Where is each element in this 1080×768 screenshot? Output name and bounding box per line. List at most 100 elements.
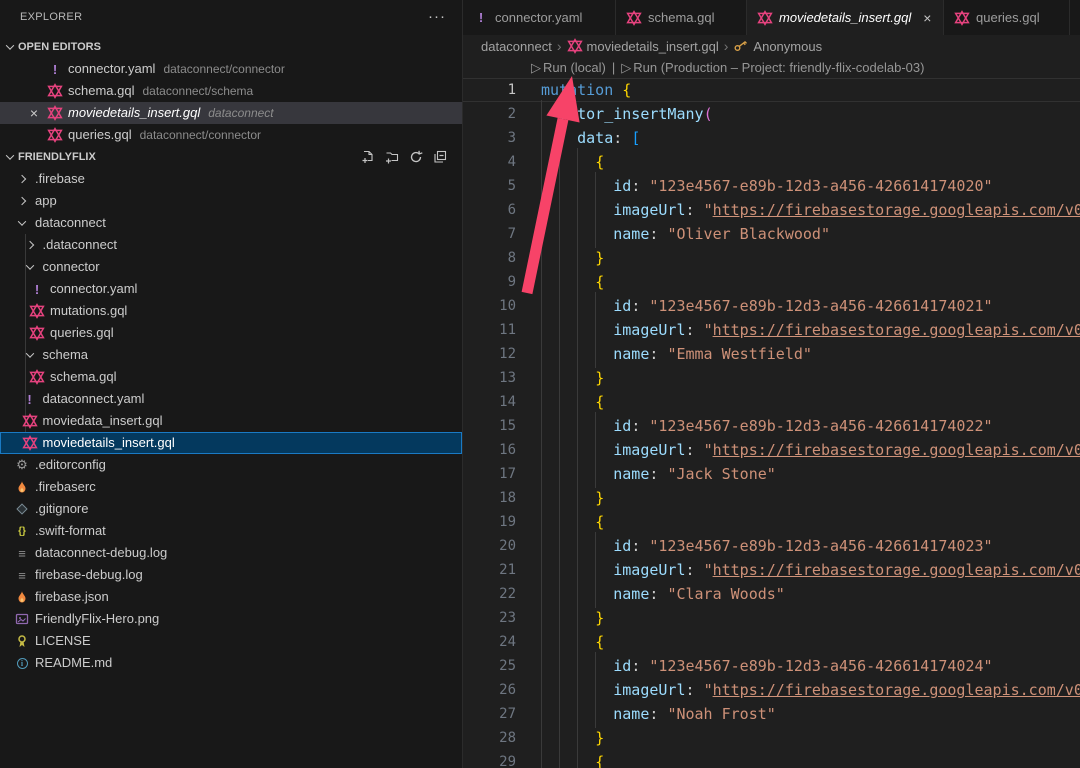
tree-file-item[interactable]: ≡ firebase-debug.log xyxy=(0,564,462,586)
tree-file-item[interactable]: ≡dataconnect-debug.log xyxy=(0,542,462,564)
run-local-link[interactable]: ▷Run (local) xyxy=(531,60,606,76)
tab-label: moviedetails_insert.gql xyxy=(779,10,911,25)
open-editor-item[interactable]: !connector.yamldataconnect/connector xyxy=(0,58,462,80)
tree-item-label: firebase.json xyxy=(35,586,109,608)
line-number: 24 xyxy=(463,634,516,650)
code-line[interactable]: 5 id: "123e4567-e89b-12d3-a456-426614174… xyxy=(463,174,1080,198)
code-line[interactable]: 29 { xyxy=(463,750,1080,768)
open-editor-item[interactable]: schema.gqldataconnect/schema xyxy=(0,80,462,102)
code-line[interactable]: 8 } xyxy=(463,246,1080,270)
tree-file-item[interactable]: !connector.yaml xyxy=(0,278,462,300)
code-line[interactable]: 10 id: "123e4567-e89b-12d3-a456-42661417… xyxy=(463,294,1080,318)
tree-file-item[interactable]: FriendlyFlix-Hero.png xyxy=(0,608,462,630)
breadcrumb-label: Anonymous xyxy=(753,39,822,54)
tree-file-item[interactable]: queries.gql xyxy=(0,322,462,344)
code-line[interactable]: 22 name: "Clara Woods" xyxy=(463,582,1080,606)
code-line[interactable]: 1mutation { xyxy=(463,78,1080,102)
line-number: 8 xyxy=(463,250,516,266)
tree-item-label: .editorconfig xyxy=(35,454,106,476)
tree-file-item[interactable]: ⚙.editorconfig xyxy=(0,454,462,476)
code-line[interactable]: 26 imageUrl: "https://firebasestorage.go… xyxy=(463,678,1080,702)
warning-icon: ! xyxy=(22,391,38,407)
code-line[interactable]: 21 imageUrl: "https://firebasestorage.go… xyxy=(463,558,1080,582)
editor-tab[interactable]: moviedetails_insert.gql × xyxy=(747,0,944,35)
code-line[interactable]: 20 id: "123e4567-e89b-12d3-a456-42661417… xyxy=(463,534,1080,558)
close-icon[interactable]: × xyxy=(923,10,931,26)
code-line[interactable]: 15 id: "123e4567-e89b-12d3-a456-42661417… xyxy=(463,414,1080,438)
collapse-all-icon xyxy=(432,149,448,165)
breadcrumb-item[interactable]: moviedetails_insert.gql xyxy=(567,38,719,54)
warning-icon: ! xyxy=(29,281,45,297)
tree-file-item[interactable]: {}.swift-format xyxy=(0,520,462,542)
tree-folder-item[interactable]: app xyxy=(0,190,462,212)
code-line[interactable]: 27 name: "Noah Frost" xyxy=(463,702,1080,726)
tree-file-item[interactable]: .gitignore xyxy=(0,498,462,520)
code-line[interactable]: 7 name: "Oliver Blackwood" xyxy=(463,222,1080,246)
code-line[interactable]: 17 name: "Jack Stone" xyxy=(463,462,1080,486)
tree-file-item[interactable]: firebase.json xyxy=(0,586,462,608)
new-file-button[interactable] xyxy=(360,149,376,165)
code-line[interactable]: 12 name: "Emma Westfield" xyxy=(463,342,1080,366)
license-icon xyxy=(14,633,30,649)
tree-file-item[interactable]: .firebaserc xyxy=(0,476,462,498)
tree-folder-item[interactable]: .dataconnect xyxy=(0,234,462,256)
code-line[interactable]: 9 { xyxy=(463,270,1080,294)
tree-folder-item[interactable]: dataconnect xyxy=(0,212,462,234)
chevron-down-icon xyxy=(18,217,26,225)
new-folder-button[interactable] xyxy=(384,149,400,165)
editor-tab[interactable]: !connector.yaml xyxy=(463,0,616,35)
tree-file-item[interactable]: moviedetails_insert.gql xyxy=(0,432,462,454)
code-line[interactable]: 28 } xyxy=(463,726,1080,750)
tree-actions xyxy=(360,149,462,165)
code-line[interactable]: 2 actor_insertMany( xyxy=(463,102,1080,126)
tree-folder-item[interactable]: .firebase xyxy=(0,168,462,190)
tree-folder-item[interactable]: schema xyxy=(0,344,462,366)
code-line[interactable]: 6 imageUrl: "https://firebasestorage.goo… xyxy=(463,198,1080,222)
code-line[interactable]: 13 } xyxy=(463,366,1080,390)
code-line[interactable]: 11 imageUrl: "https://firebasestorage.go… xyxy=(463,318,1080,342)
more-actions-icon[interactable]: ··· xyxy=(428,12,446,22)
tree-file-item[interactable]: iREADME.md xyxy=(0,652,462,674)
tree-item-label: connector xyxy=(43,256,100,278)
tree-item-label: firebase-debug.log xyxy=(35,564,143,586)
editor-tab[interactable]: queries.gql xyxy=(944,0,1070,35)
play-icon: ▷ xyxy=(531,60,541,76)
log-file-icon: ≡ xyxy=(14,567,30,583)
close-icon[interactable]: × xyxy=(26,105,42,121)
tree-file-item[interactable]: LICENSE xyxy=(0,630,462,652)
code-line[interactable]: 16 imageUrl: "https://firebasestorage.go… xyxy=(463,438,1080,462)
tree-file-item[interactable]: moviedata_insert.gql xyxy=(0,410,462,432)
warning-icon: ! xyxy=(47,61,63,77)
editor-tab[interactable]: schema.gql xyxy=(616,0,747,35)
code-line[interactable]: 24 { xyxy=(463,630,1080,654)
breadcrumb: dataconnect›moviedetails_insert.gql›Anon… xyxy=(463,35,1080,57)
tree-item-label: LICENSE xyxy=(35,630,91,652)
code-line[interactable]: 23 } xyxy=(463,606,1080,630)
tree-folder-item[interactable]: connector xyxy=(0,256,462,278)
tree-file-item[interactable]: mutations.gql xyxy=(0,300,462,322)
refresh-button[interactable] xyxy=(408,149,424,165)
breadcrumb-item[interactable]: dataconnect xyxy=(481,39,552,54)
line-number: 15 xyxy=(463,418,516,434)
indent-guide xyxy=(577,748,578,768)
chevron-down-icon xyxy=(6,151,14,159)
breadcrumb-item[interactable]: Anonymous xyxy=(733,38,822,54)
open-editor-item[interactable]: ×moviedetails_insert.gqldataconnect xyxy=(0,102,462,124)
code-lines[interactable]: 1mutation {2 actor_insertMany(3 data: [4… xyxy=(463,78,1080,768)
code-line[interactable]: 3 data: [ xyxy=(463,126,1080,150)
code-line[interactable]: 18 } xyxy=(463,486,1080,510)
project-section-header[interactable]: FRIENDLYFLIX xyxy=(0,146,462,168)
open-editor-item[interactable]: queries.gqldataconnect/connector xyxy=(0,124,462,146)
firebase-flame-icon xyxy=(14,589,30,605)
code-line[interactable]: 19 { xyxy=(463,510,1080,534)
open-editors-section-header[interactable]: OPEN EDITORS xyxy=(0,36,462,58)
collapse-all-button[interactable] xyxy=(432,149,448,165)
run-production-link[interactable]: ▷Run (Production – Project: friendly-fli… xyxy=(621,60,924,76)
tree-file-item[interactable]: !dataconnect.yaml xyxy=(0,388,462,410)
breadcrumb-separator: › xyxy=(724,38,729,54)
tree-file-item[interactable]: schema.gql xyxy=(0,366,462,388)
code-line[interactable]: 25 id: "123e4567-e89b-12d3-a456-42661417… xyxy=(463,654,1080,678)
code-line[interactable]: 14 { xyxy=(463,390,1080,414)
code-line[interactable]: 4 { xyxy=(463,150,1080,174)
line-number: 7 xyxy=(463,226,516,242)
